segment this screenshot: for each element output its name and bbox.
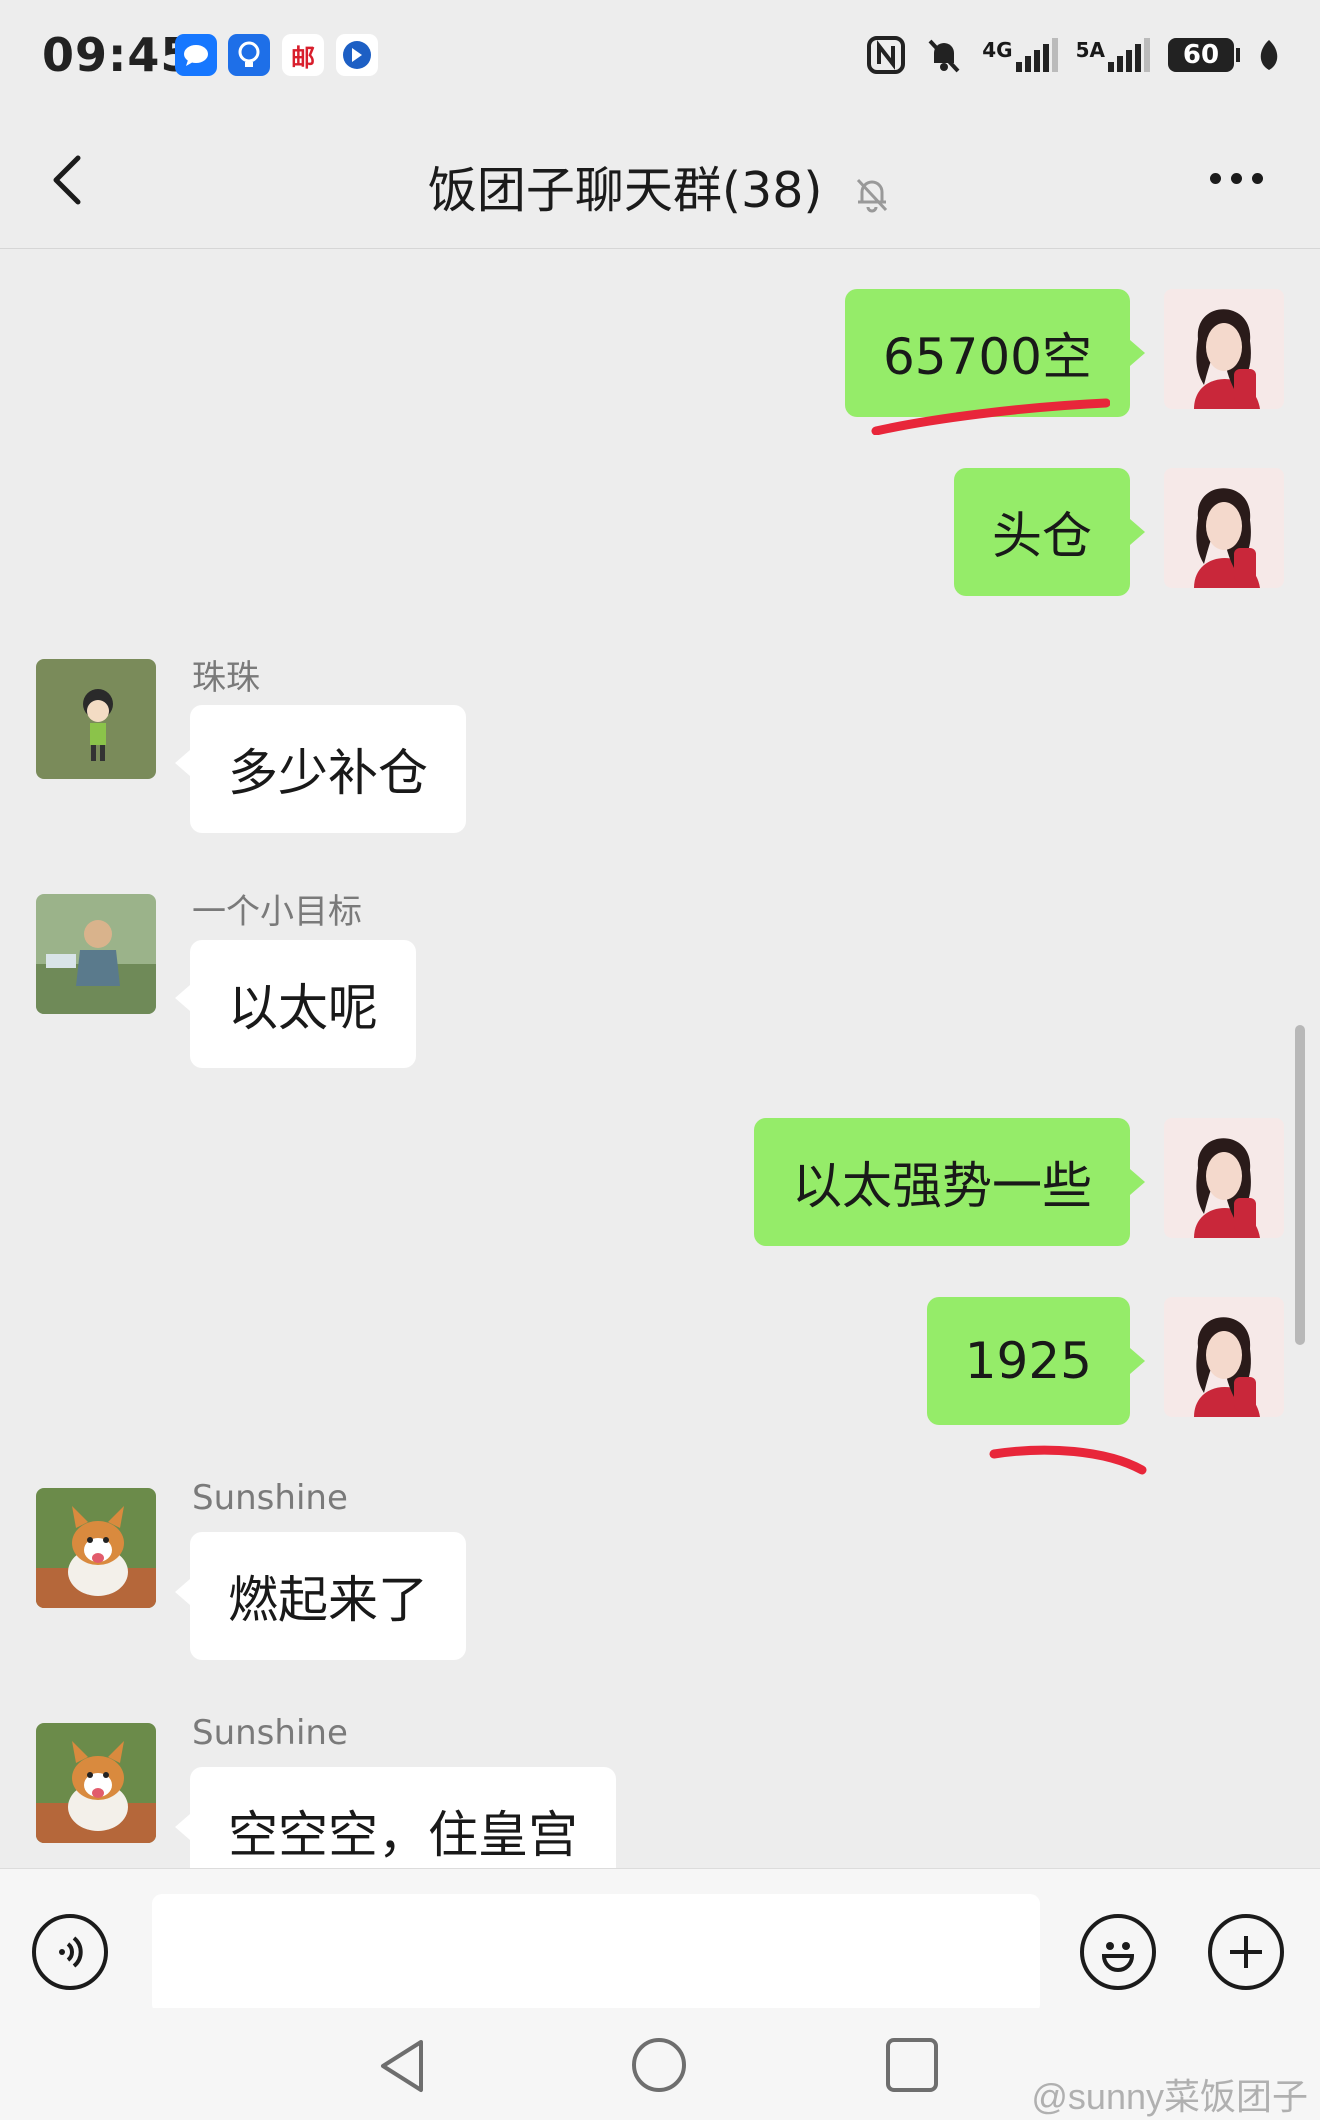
voice-button[interactable]	[32, 1914, 108, 1990]
avatar-self[interactable]	[1164, 468, 1284, 588]
nav-home-button[interactable]	[630, 2036, 688, 2094]
nav-recents-icon	[886, 2038, 938, 2092]
signal-5a-icon: 5A	[1076, 38, 1150, 72]
bubble-tail	[1130, 1169, 1145, 1195]
bubble-tail	[175, 750, 190, 776]
bulb-app-icon	[228, 34, 270, 76]
chat-header: 饭团子聊天群(38)	[0, 115, 1320, 249]
nav-home-icon	[632, 2038, 686, 2092]
message-bubble-received[interactable]: 多少补仓	[190, 705, 466, 833]
message-input[interactable]	[152, 1894, 1040, 2014]
avatar-sunshine[interactable]	[36, 1723, 156, 1843]
message-bubble-sent[interactable]: 头仓	[954, 468, 1130, 596]
status-clock: 09:45	[42, 28, 194, 82]
avatar-sunshine[interactable]	[36, 1488, 156, 1608]
avatar-self[interactable]	[1164, 1297, 1284, 1417]
more-button[interactable]	[1210, 163, 1270, 193]
bubble-tail	[175, 1814, 190, 1840]
battery-icon: 60	[1168, 38, 1240, 72]
status-icons: 4G 5A 60	[866, 32, 1280, 78]
scrollbar[interactable]	[1295, 1025, 1305, 1345]
bubble-tail	[1130, 340, 1145, 366]
message-bubble-sent[interactable]: 1925	[926, 1297, 1130, 1425]
watermark: @sunny菜饭团子	[1031, 2076, 1308, 2117]
bubble-tail	[175, 985, 190, 1011]
avatar-yigexiaomubiao[interactable]	[36, 894, 156, 1014]
red-underline-mark	[871, 398, 1110, 435]
nav-back-icon	[381, 2040, 423, 2092]
message-app-icon	[175, 34, 217, 76]
bell-off-icon	[856, 178, 888, 212]
input-bar	[0, 1868, 1320, 2014]
avatar-self[interactable]	[1164, 1118, 1284, 1238]
chat-title-wrap: 饭团子聊天群(38)	[0, 151, 1320, 222]
emoji-button[interactable]	[1080, 1914, 1156, 1990]
system-nav-bar: @sunny菜饭团子	[0, 2008, 1320, 2120]
sender-name: 一个小目标	[192, 892, 362, 932]
red-underline-mark	[989, 1445, 1147, 1475]
nav-recents-button[interactable]	[884, 2036, 940, 2094]
plus-icon	[1230, 1936, 1262, 1968]
bell-off-status-icon	[928, 39, 960, 73]
message-bubble-received[interactable]: 燃起来了	[190, 1532, 466, 1660]
emoji-icon	[1101, 1942, 1135, 1972]
sender-name: Sunshine	[192, 1713, 348, 1753]
more-dots-icon	[1210, 172, 1221, 184]
bubble-tail	[1130, 519, 1145, 545]
bank-app-icon	[336, 34, 378, 76]
message-bubble-sent[interactable]: 以太强势一些	[754, 1118, 1130, 1246]
add-button[interactable]	[1208, 1914, 1284, 1990]
battery-level: 60	[1168, 38, 1234, 72]
signal-4g-icon: 4G	[982, 38, 1058, 72]
avatar-self[interactable]	[1164, 289, 1284, 409]
status-bar: 09:45 邮 4G 5A 60	[0, 0, 1320, 115]
bubble-tail	[175, 1579, 190, 1605]
bubble-tail	[1130, 1348, 1145, 1374]
sender-name: 珠珠	[192, 658, 260, 698]
post-app-icon: 邮	[282, 34, 324, 76]
nav-back-button[interactable]	[375, 2036, 431, 2096]
chat-title: 饭团子聊天群(38)	[427, 162, 823, 219]
leaf-icon	[1260, 40, 1278, 70]
nfc-icon	[867, 36, 906, 74]
avatar-zhuzhu[interactable]	[36, 659, 156, 779]
message-bubble-received[interactable]: 以太呢	[190, 940, 416, 1068]
sender-name: Sunshine	[192, 1478, 348, 1518]
voice-icon	[59, 1936, 83, 1968]
